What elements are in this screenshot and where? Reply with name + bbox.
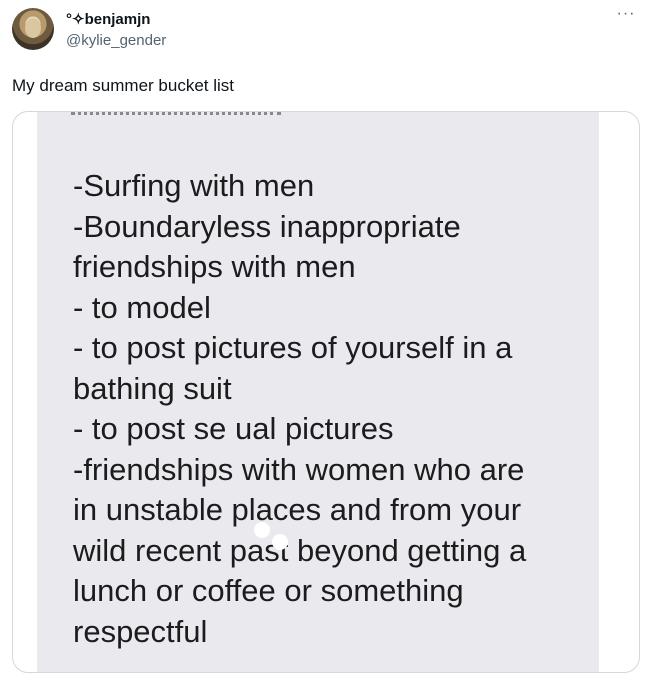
more-options-icon[interactable]: ··· <box>612 6 640 26</box>
cropped-text-fragment <box>71 112 281 121</box>
author-handle[interactable]: @kylie_gender <box>66 32 166 49</box>
list-item: bathing suit <box>73 370 232 406</box>
list-item: wild recent past beyond getting a <box>73 532 527 568</box>
censor-blot <box>254 522 270 538</box>
author-display-name[interactable]: °✧benjamjn <box>66 10 150 28</box>
avatar[interactable] <box>12 8 54 50</box>
list-item: lunch or coffee or something <box>73 573 464 608</box>
list-item: -Surfing with men <box>73 168 315 203</box>
list-item: - to post pictures of yourself in a <box>73 330 513 365</box>
list-item: - to model <box>73 289 211 325</box>
tweet-text: My dream summer bucket list <box>12 76 234 95</box>
notes-screenshot: -Surfing with men -Boundaryless inapprop… <box>37 112 599 672</box>
censor-blot <box>272 534 288 550</box>
list-item: friendships with men <box>73 249 356 284</box>
list-item: -Boundaryless inappropriate <box>73 208 461 244</box>
list-item: respectful <box>73 613 208 649</box>
list-item: in unstable places and from your <box>73 492 522 527</box>
tweet-media-image[interactable]: -Surfing with men -Boundaryless inapprop… <box>12 111 640 673</box>
avatar-face <box>25 18 41 38</box>
list-item: - to post se ual pictures <box>73 411 394 446</box>
bucket-list: -Surfing with men -Boundaryless inapprop… <box>73 166 593 652</box>
list-item: -friendships with women who are <box>73 451 525 487</box>
